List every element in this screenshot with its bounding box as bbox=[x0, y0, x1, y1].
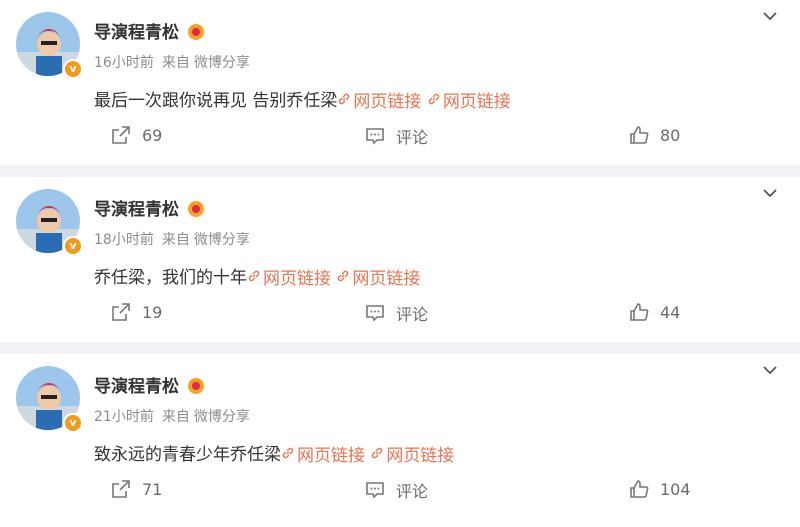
post-actions: 69 评论 80 bbox=[0, 124, 800, 154]
post-actions: 19 评论 44 bbox=[0, 301, 800, 331]
web-link[interactable]: 网页链接 bbox=[337, 87, 421, 112]
link-icon bbox=[248, 270, 260, 282]
post-content: 致永远的青春少年乔任梁 网页链接 网页链接 bbox=[94, 440, 454, 466]
link-icon bbox=[372, 447, 383, 459]
web-link[interactable]: 网页链接 bbox=[336, 264, 420, 289]
post-divider bbox=[0, 165, 800, 177]
weibo-feed: v 导演程青松 16小时前 来自 微博分享 最后一次跟你说再见 告别乔任梁 网页链… bbox=[0, 0, 800, 519]
comment-button[interactable]: 评论 bbox=[364, 478, 428, 502]
web-link-label: 网页链接 bbox=[386, 445, 455, 466]
avatar[interactable]: v bbox=[16, 189, 83, 256]
comment-icon bbox=[366, 482, 384, 499]
chevron-down-icon[interactable] bbox=[760, 360, 780, 380]
author-name-label: 导演程青松 bbox=[94, 200, 179, 220]
chevron-down-icon[interactable] bbox=[760, 6, 780, 26]
post-card: v 导演程青松 16小时前 来自 微博分享 最后一次跟你说再见 告别乔任梁 网页链… bbox=[0, 0, 800, 165]
post-source[interactable]: 微博分享 bbox=[194, 229, 250, 249]
post-source[interactable]: 微博分享 bbox=[194, 52, 250, 72]
post-text: 乔任梁，我们的十年 bbox=[94, 268, 247, 288]
like-button[interactable]: 80 bbox=[628, 124, 680, 146]
avatar[interactable]: v bbox=[16, 366, 83, 433]
like-count: 80 bbox=[660, 125, 681, 145]
post-meta: 16小时前 来自 微博分享 bbox=[94, 52, 250, 72]
web-link-label: 网页链接 bbox=[442, 91, 511, 112]
thumbs-up-icon bbox=[630, 126, 649, 144]
verified-badge-icon: v bbox=[63, 59, 83, 79]
thumbs-up-icon bbox=[630, 303, 649, 321]
share-button[interactable]: 19 bbox=[110, 301, 162, 323]
share-icon bbox=[112, 126, 130, 144]
post-via: 来自 bbox=[161, 409, 190, 425]
web-link-label: 网页链接 bbox=[352, 268, 421, 289]
web-link[interactable]: 网页链接 bbox=[247, 264, 331, 289]
comment-icon bbox=[366, 128, 384, 145]
author-name[interactable]: 导演程青松 bbox=[94, 372, 207, 397]
share-icon bbox=[112, 303, 130, 321]
post-time[interactable]: 21小时前 bbox=[94, 406, 154, 426]
post-time[interactable]: 18小时前 bbox=[94, 229, 154, 249]
link-icon bbox=[428, 93, 440, 105]
web-link[interactable]: 网页链接 bbox=[370, 441, 454, 466]
share-count: 71 bbox=[142, 479, 163, 499]
post-meta: 18小时前 来自 微博分享 bbox=[94, 229, 250, 249]
like-count: 44 bbox=[660, 302, 681, 322]
post-card: v 导演程青松 21小时前 来自 微博分享 致永远的青春少年乔任梁 网页链接 网页… bbox=[0, 354, 800, 519]
share-count: 69 bbox=[142, 125, 163, 145]
crown-badge-icon bbox=[188, 377, 204, 394]
like-count: 104 bbox=[660, 479, 691, 499]
web-link-label: 网页链接 bbox=[263, 268, 331, 289]
share-button[interactable]: 69 bbox=[110, 124, 162, 146]
verified-badge-icon: v bbox=[63, 236, 83, 256]
crown-badge-icon bbox=[188, 200, 204, 217]
share-icon bbox=[112, 480, 130, 498]
comment-icon bbox=[366, 305, 384, 322]
like-button[interactable]: 104 bbox=[628, 478, 691, 500]
post-divider bbox=[0, 342, 800, 354]
comment-button[interactable]: 评论 bbox=[364, 124, 428, 148]
chevron-down-icon[interactable] bbox=[760, 183, 780, 203]
post-text: 最后一次跟你说再见 告别乔任梁 bbox=[94, 91, 338, 111]
like-button[interactable]: 44 bbox=[628, 301, 680, 323]
share-count: 19 bbox=[142, 302, 163, 322]
post-actions: 71 评论 104 bbox=[0, 478, 800, 508]
web-link[interactable]: 网页链接 bbox=[427, 87, 511, 112]
comment-label: 评论 bbox=[396, 128, 429, 147]
thumbs-up-icon bbox=[630, 480, 649, 498]
share-button[interactable]: 71 bbox=[110, 478, 162, 500]
post-content: 最后一次跟你说再见 告别乔任梁 网页链接 网页链接 bbox=[94, 86, 511, 112]
web-link-label: 网页链接 bbox=[297, 445, 365, 466]
link-icon bbox=[282, 447, 294, 459]
author-name[interactable]: 导演程青松 bbox=[94, 195, 207, 220]
comment-label: 评论 bbox=[396, 305, 429, 324]
web-link[interactable]: 网页链接 bbox=[281, 441, 365, 466]
link-icon bbox=[339, 93, 350, 105]
web-link-label: 网页链接 bbox=[353, 91, 422, 112]
author-name-label: 导演程青松 bbox=[94, 377, 179, 397]
post-time[interactable]: 16小时前 bbox=[94, 52, 154, 72]
post-source[interactable]: 微博分享 bbox=[194, 406, 250, 426]
post-via: 来自 bbox=[161, 232, 190, 248]
author-name-label: 导演程青松 bbox=[94, 23, 179, 43]
comment-label: 评论 bbox=[396, 482, 429, 501]
post-card: v 导演程青松 18小时前 来自 微博分享 乔任梁，我们的十年 网页链接 网页链接… bbox=[0, 177, 800, 342]
avatar[interactable]: v bbox=[16, 12, 83, 79]
post-meta: 21小时前 来自 微博分享 bbox=[94, 406, 250, 426]
link-icon bbox=[338, 270, 349, 282]
comment-button[interactable]: 评论 bbox=[364, 301, 428, 325]
post-content: 乔任梁，我们的十年 网页链接 网页链接 bbox=[94, 263, 420, 289]
author-name[interactable]: 导演程青松 bbox=[94, 18, 207, 43]
verified-badge-icon: v bbox=[63, 413, 83, 433]
post-via: 来自 bbox=[161, 55, 190, 71]
post-text: 致永远的青春少年乔任梁 bbox=[94, 445, 281, 465]
crown-badge-icon bbox=[188, 23, 204, 40]
